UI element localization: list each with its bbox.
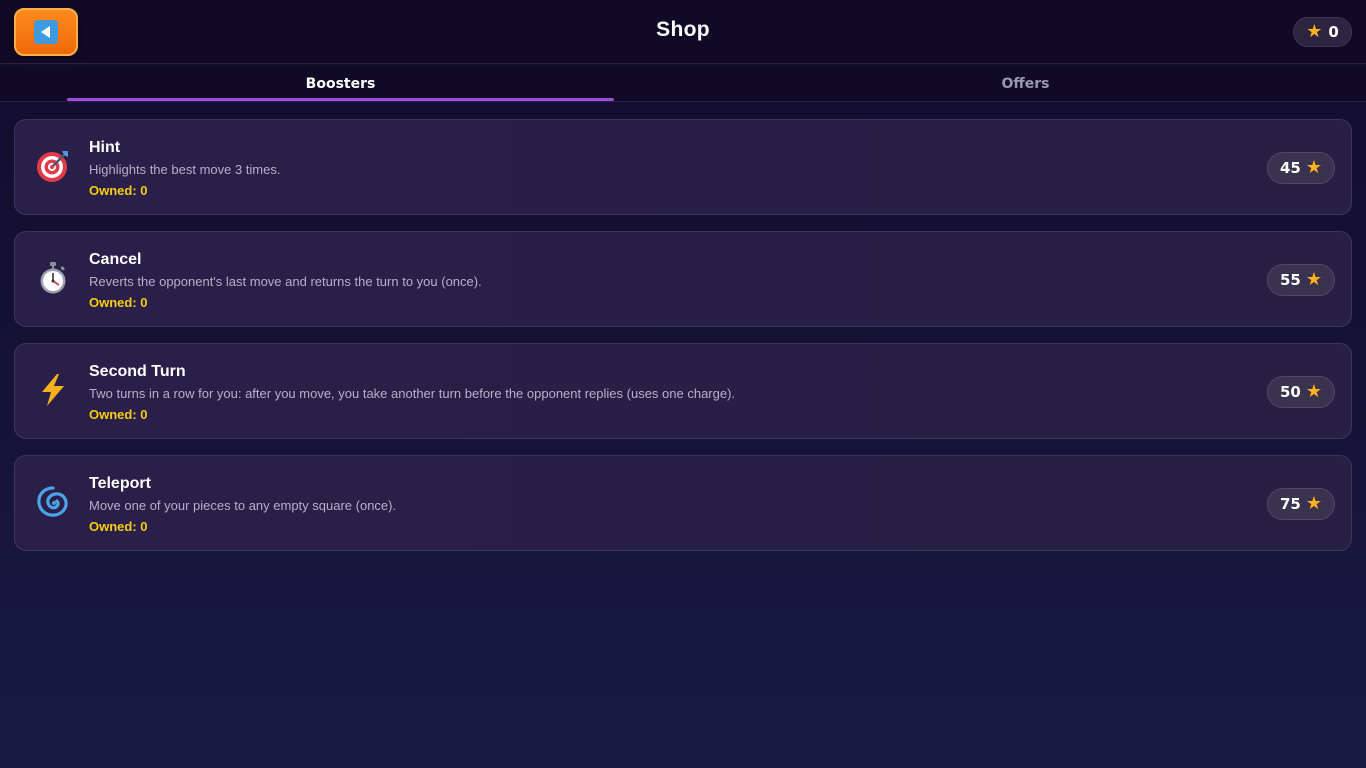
- booster-owned: Owned: 0: [89, 295, 148, 310]
- stopwatch-icon: [35, 260, 71, 296]
- booster-card-teleport: Teleport Move one of your pieces to any …: [14, 455, 1352, 551]
- price-value: 50: [1279, 383, 1301, 401]
- booster-owned: Owned: 0: [89, 183, 148, 198]
- booster-name: Cancel: [89, 251, 142, 268]
- price-value: 75: [1279, 495, 1301, 513]
- star-icon: ★: [1305, 381, 1322, 402]
- star-icon: ★: [1305, 269, 1322, 290]
- lightning-icon: [35, 372, 71, 408]
- booster-card-hint: Hint Highlights the best move 3 times. O…: [14, 119, 1352, 215]
- top-bar: Shop ★ 0: [0, 0, 1366, 64]
- star-icon: ★: [1305, 157, 1322, 178]
- page-title: Shop: [656, 18, 710, 41]
- price-value: 55: [1279, 271, 1301, 289]
- booster-card-second-turn: Second Turn Two turns in a row for you: …: [14, 343, 1352, 439]
- buy-button-hint[interactable]: 45 ★: [1267, 152, 1335, 184]
- star-icon: ★: [1305, 493, 1322, 514]
- buy-button-cancel[interactable]: 55 ★: [1267, 264, 1335, 296]
- buy-button-second-turn[interactable]: 50 ★: [1267, 376, 1335, 408]
- tab-offers[interactable]: Offers: [752, 65, 1299, 102]
- booster-description: Two turns in a row for you: after you mo…: [89, 386, 736, 401]
- star-icon: ★: [1306, 21, 1323, 42]
- target-icon: [35, 148, 71, 184]
- booster-description: Move one of your pieces to any empty squ…: [89, 498, 397, 513]
- active-tab-indicator: [67, 98, 614, 101]
- booster-owned: Owned: 0: [89, 519, 148, 534]
- swirl-icon: [35, 484, 71, 520]
- booster-owned: Owned: 0: [89, 407, 148, 422]
- tab-bar: Boosters Offers: [0, 65, 1366, 102]
- stars-balance-value: 0: [1328, 23, 1339, 41]
- booster-name: Hint: [89, 139, 121, 156]
- booster-description: Reverts the opponent's last move and ret…: [89, 274, 482, 289]
- booster-name: Second Turn: [89, 363, 186, 380]
- buy-button-teleport[interactable]: 75 ★: [1267, 488, 1335, 520]
- stars-balance: ★ 0: [1293, 17, 1352, 47]
- booster-card-cancel: Cancel Reverts the opponent's last move …: [14, 231, 1352, 327]
- price-value: 45: [1279, 159, 1301, 177]
- booster-name: Teleport: [89, 475, 151, 492]
- booster-description: Highlights the best move 3 times.: [89, 162, 281, 177]
- tab-boosters[interactable]: Boosters: [67, 65, 614, 102]
